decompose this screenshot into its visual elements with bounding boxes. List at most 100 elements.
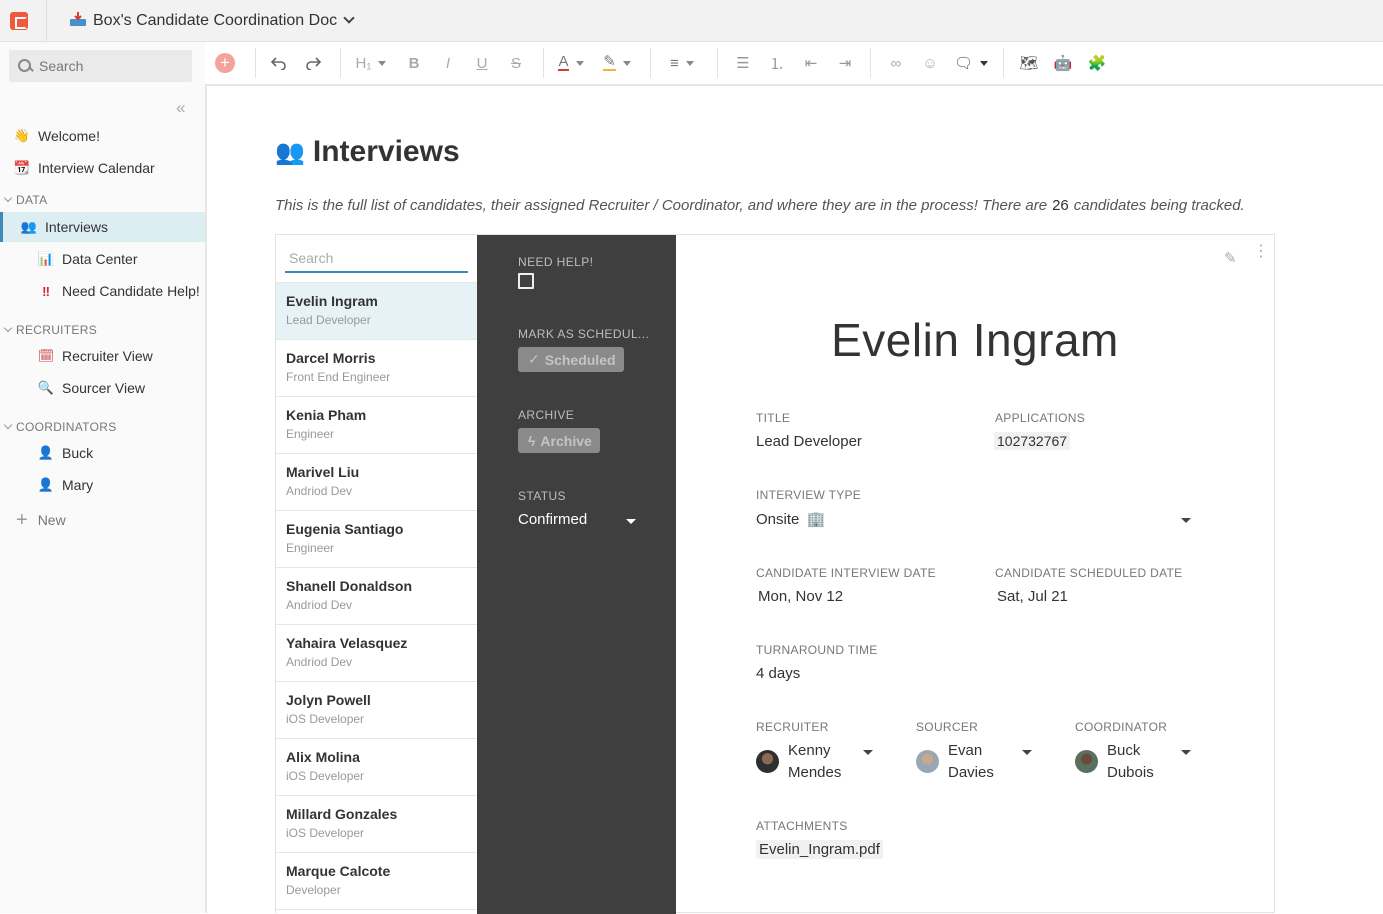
sourcer-last-name: Davies [948,764,994,781]
undo-button[interactable] [262,42,296,84]
archive-button[interactable]: ϟ Archive [518,428,600,453]
doc-title[interactable]: Box's Candidate Coordination Doc [93,12,337,30]
numbered-list-icon: ⒈ [769,55,785,73]
bold-button[interactable]: B [397,42,431,84]
candidate-role: Front End Engineer [286,370,391,384]
more-options-icon[interactable]: ⋮ [1253,244,1269,260]
divider [870,48,871,78]
list-item[interactable]: Darcel Morris Front End Engineer [276,339,477,396]
list-search[interactable] [285,245,468,273]
strikethrough-button[interactable]: S [499,42,533,84]
section-coordinators[interactable]: COORDINATORS [0,420,117,434]
indent-button[interactable]: ⇥ [828,42,862,84]
new-page-button[interactable]: + New [16,510,66,530]
caret-down-icon[interactable] [1022,750,1032,755]
comment-icon: 🗨 [953,55,974,72]
search-input[interactable] [39,58,179,74]
sidebar-item-need-candidate-help[interactable]: ‼ Need Candidate Help! [0,276,205,306]
outdent-button[interactable]: ⇤ [794,42,828,84]
list-item[interactable]: Alix Molina iOS Developer [276,738,477,795]
sidebar-item-interviews[interactable]: 👥 Interviews [0,212,205,242]
numbered-list-button[interactable]: ⒈ [760,42,794,84]
italic-button[interactable]: I [431,42,465,84]
coordinator-picker[interactable]: Buck Dubois [1075,740,1167,784]
candidate-role: iOS Developer [286,712,365,726]
underline-button[interactable]: U [465,42,499,84]
list-search-input[interactable] [285,245,465,271]
section-label: COORDINATORS [16,420,117,434]
list-item[interactable]: Millard Gonzales iOS Developer [276,795,477,852]
highlight-dropdown[interactable]: ✎ [594,42,640,84]
map-button[interactable]: 🗺 [1012,42,1046,84]
calendar-icon: 🗓 [37,348,55,363]
insert-button[interactable]: + [205,42,245,84]
list-item[interactable]: Jolyn Powell iOS Developer [276,681,477,738]
schedule-label: MARK AS SCHEDUL... [518,327,650,341]
candidate-name: Shanell Donaldson [286,578,413,594]
sidebar-item-data-center[interactable]: 📊 Data Center [0,244,205,274]
caret-down-icon[interactable] [1181,750,1191,755]
caret-down-icon[interactable] [863,750,873,755]
caret-down-icon[interactable] [1181,518,1191,523]
pencil-icon[interactable]: ✎ [1224,249,1237,267]
section-data[interactable]: DATA [0,193,47,207]
chevron-down-icon[interactable] [344,14,353,23]
interview-type-dropdown[interactable]: Onsite 🏢 [756,510,825,528]
list-item[interactable]: Marivel Liu Andriod Dev [276,453,477,510]
recruiter-name: Kenny Mendes [788,740,848,784]
interview-date-value[interactable]: Mon, Nov 12 [758,588,843,605]
sidebar-item-buck[interactable]: 👤 Buck [0,438,205,468]
packs-button[interactable]: 🧩 [1080,42,1114,84]
scheduled-date-value[interactable]: Sat, Jul 21 [997,588,1068,605]
office-building-icon: 🏢 [806,511,826,528]
collapse-sidebar-icon[interactable]: « [176,98,185,118]
magnifier-icon: 🔍 [37,380,55,395]
title-value[interactable]: Lead Developer [756,433,862,450]
sidebar-item-sourcer-view[interactable]: 🔍 Sourcer View [0,373,205,403]
redo-button[interactable] [296,42,330,84]
coda-logo-icon[interactable] [10,11,28,30]
list-item[interactable]: Shanell Donaldson Andriod Dev [276,567,477,624]
list-item[interactable]: Yahaira Velasquez Andriod Dev [276,624,477,681]
attachments-label: ATTACHMENTS [756,819,848,833]
sourcer-picker[interactable]: Evan Davies [916,740,1008,784]
scheduled-button[interactable]: ✓ Scheduled [518,347,624,372]
caret-down-icon [575,60,584,66]
list-item[interactable]: Kenia Pham Engineer [276,396,477,453]
interview-type-value: Onsite [756,511,800,528]
sidebar-item-mary[interactable]: 👤 Mary [0,470,205,500]
candidate-role: Andriod Dev [286,655,353,669]
status-dropdown[interactable]: Confirmed [518,511,636,528]
avatar [1075,750,1098,773]
redo-icon [306,57,321,70]
list-item[interactable]: Eugenia Santiago Engineer [276,510,477,567]
link-icon: ∞ [890,54,902,72]
list-item[interactable]: Marque Calcote Developer [276,852,477,909]
sidebar-item-interview-calendar[interactable]: 📆 Interview Calendar [0,153,205,183]
sidebar-item-welcome[interactable]: 👋 Welcome! [0,121,205,151]
list-item[interactable]: Evelin Ingram Lead Developer [276,282,477,339]
align-dropdown[interactable]: ≡ [659,42,705,84]
list-item[interactable] [276,909,477,914]
candidate-name: Darcel Morris [286,350,376,366]
recruiter-picker[interactable]: Kenny Mendes [756,740,848,784]
heading-dropdown[interactable]: H₁ [345,42,397,84]
need-help-checkbox[interactable] [518,273,534,289]
heading-icon: H₁ [355,54,372,72]
section-recruiters[interactable]: RECRUITERS [0,323,97,337]
sidebar-item-recruiter-view[interactable]: 🗓 Recruiter View [0,341,205,371]
bullet-list-button[interactable]: ☰ [726,42,760,84]
attachment-file[interactable]: Evelin_Ingram.pdf [756,840,883,859]
sidebar-search[interactable] [9,50,192,82]
person-icon: 👤 [37,477,55,492]
page-title-text: Interviews [312,135,460,168]
candidate-role: Engineer [286,541,335,555]
link-button[interactable]: ∞ [879,42,913,84]
bot-button[interactable]: 🤖 [1046,42,1080,84]
applications-value[interactable]: 102732767 [994,432,1071,450]
comment-dropdown[interactable]: 🗨 [947,42,995,84]
candidate-name: Kenia Pham [286,407,367,423]
emoji-button[interactable]: ☺ [913,42,947,84]
text-color-dropdown[interactable]: A [548,42,594,84]
caret-down-icon [622,60,631,66]
